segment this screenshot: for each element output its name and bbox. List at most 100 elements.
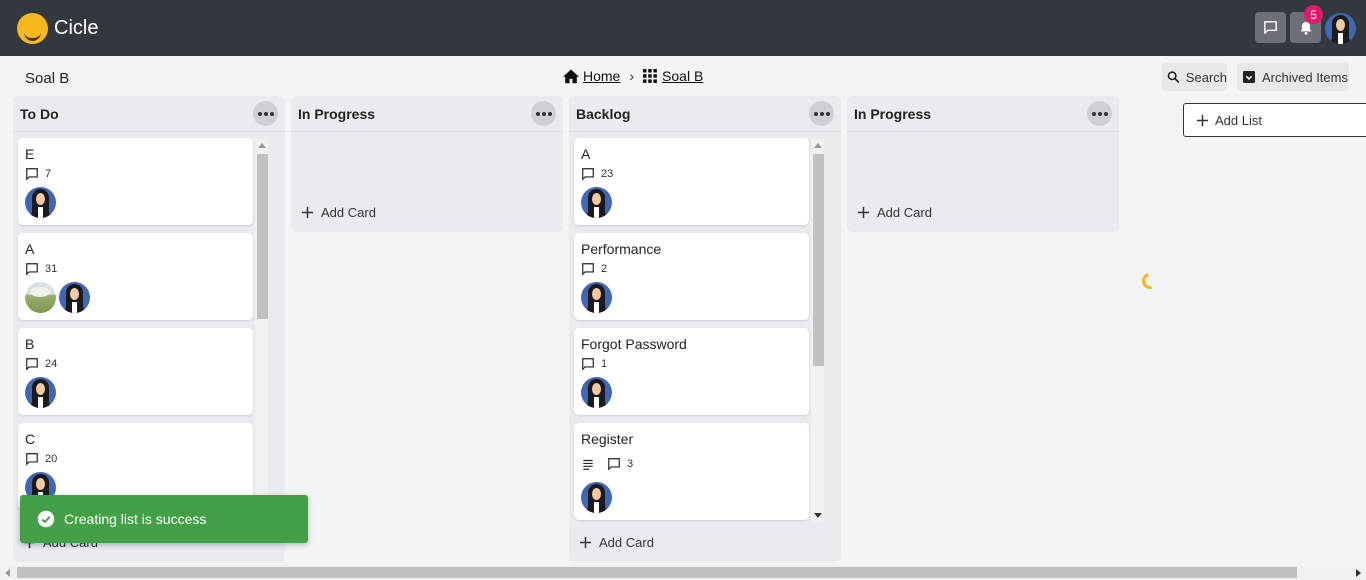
card-title: A — [25, 241, 35, 257]
list-title: In Progress — [298, 105, 376, 122]
list-menu-button[interactable] — [1087, 101, 1112, 126]
card-title: A — [581, 146, 591, 162]
card-list: E 7 A 31 B 24 C 20 — [13, 132, 285, 532]
top-bar: Cicle 5 — [0, 0, 1366, 56]
card-meta: 1 — [581, 356, 802, 372]
comment-icon — [582, 168, 594, 181]
list-menu-button[interactable] — [253, 101, 278, 126]
list-column-in-progress: In Progress Add Card — [291, 96, 563, 232]
card-title: Register — [581, 431, 634, 447]
member-avatar[interactable] — [25, 377, 56, 408]
app-name[interactable]: Cicle — [54, 17, 98, 40]
add-list-button[interactable]: Add List — [1183, 103, 1366, 137]
comment-count: 24 — [45, 358, 58, 370]
card-title: B — [25, 336, 35, 352]
list-scrollbar[interactable] — [811, 139, 824, 523]
chat-button[interactable] — [1255, 12, 1286, 43]
check-circle-icon — [37, 510, 55, 528]
list-title: In Progress — [854, 105, 932, 122]
comment-icon — [582, 358, 594, 371]
comment-count: 31 — [45, 263, 58, 275]
add-card-label: Add Card — [599, 534, 654, 550]
card-members — [581, 482, 802, 520]
comment-count: 7 — [45, 168, 52, 180]
comment-icon — [26, 358, 38, 371]
page-title: Soal B — [25, 70, 70, 87]
member-avatar[interactable] — [25, 187, 56, 218]
member-avatar[interactable] — [581, 282, 612, 313]
list-header: In Progress — [847, 96, 1119, 132]
horizontal-scrollbar[interactable] — [0, 565, 1366, 580]
breadcrumb-current-link[interactable]: Soal B — [662, 68, 703, 84]
member-avatar[interactable] — [25, 282, 56, 313]
card-meta: 7 — [25, 166, 246, 182]
success-toast[interactable]: Creating list is success — [20, 495, 308, 543]
list-header: In Progress — [291, 96, 563, 132]
plus-icon — [579, 536, 592, 548]
card-members — [581, 187, 802, 225]
card[interactable]: A 31 — [18, 233, 253, 320]
card-title: E — [25, 146, 35, 162]
toast-message: Creating list is success — [64, 511, 207, 527]
home-icon — [563, 69, 579, 84]
archive-icon — [1243, 71, 1255, 83]
card[interactable]: E 7 — [18, 138, 253, 225]
breadcrumb-separator: › — [629, 68, 635, 84]
list-title: To Do — [20, 105, 59, 122]
card-meta: 2 — [581, 261, 802, 277]
list-column-in-progress-2: In Progress Add Card — [847, 96, 1119, 232]
add-card-label: Add Card — [321, 204, 376, 220]
add-card-button[interactable]: Add Card — [291, 202, 376, 222]
card-meta: 20 — [25, 451, 246, 467]
card-meta: 24 — [25, 356, 246, 372]
card[interactable]: B 24 — [18, 328, 253, 415]
breadcrumb-home-link[interactable]: Home — [583, 68, 620, 84]
comment-count: 3 — [627, 458, 634, 470]
comment-count: 23 — [601, 168, 614, 180]
plus-icon — [857, 206, 870, 218]
plus-icon — [301, 206, 314, 218]
search-icon — [1167, 71, 1180, 83]
card-meta: 3 — [581, 456, 802, 472]
card[interactable]: A 23 — [574, 138, 809, 225]
cicle-logo-icon[interactable] — [17, 13, 48, 44]
comment-count: 1 — [601, 358, 608, 370]
card[interactable]: Register 3 — [574, 423, 809, 520]
list-menu-button[interactable] — [809, 101, 834, 126]
card-title: Performance — [581, 241, 662, 257]
comment-icon — [26, 168, 38, 181]
member-avatar[interactable] — [59, 282, 90, 313]
comment-icon — [26, 263, 38, 276]
search-label: Search — [1185, 69, 1227, 85]
card-members — [25, 282, 246, 320]
member-avatar[interactable] — [581, 377, 612, 408]
list-header: Backlog — [569, 96, 841, 132]
plus-icon — [1196, 114, 1209, 126]
member-avatar[interactable] — [581, 482, 612, 513]
description-icon — [583, 459, 593, 470]
list-title: Backlog — [576, 105, 631, 122]
card-members — [25, 187, 246, 225]
add-card-button[interactable]: Add Card — [847, 202, 932, 222]
comment-icon — [26, 453, 38, 466]
add-card-label: Add Card — [877, 204, 932, 220]
comment-count: 2 — [601, 263, 608, 275]
add-list-label: Add List — [1215, 112, 1262, 128]
archived-items-button[interactable]: Archived Items — [1237, 63, 1349, 91]
user-avatar[interactable] — [1325, 13, 1356, 44]
card-meta: 23 — [581, 166, 802, 182]
list-menu-button[interactable] — [531, 101, 556, 126]
breadcrumb: Home › Soal B — [562, 67, 703, 85]
search-button[interactable]: Search — [1162, 63, 1227, 91]
list-scrollbar[interactable] — [255, 139, 268, 519]
card-members — [581, 282, 802, 320]
notification-badge: 5 — [1304, 5, 1323, 24]
add-card-button[interactable]: Add Card — [569, 532, 654, 552]
card-title: Forgot Password — [581, 336, 687, 352]
card[interactable]: Performance 2 — [574, 233, 809, 320]
card-members — [581, 377, 802, 415]
card[interactable]: Forgot Password 1 — [574, 328, 809, 415]
card-members — [25, 377, 246, 415]
member-avatar[interactable] — [581, 187, 612, 218]
card-title: C — [25, 431, 36, 447]
